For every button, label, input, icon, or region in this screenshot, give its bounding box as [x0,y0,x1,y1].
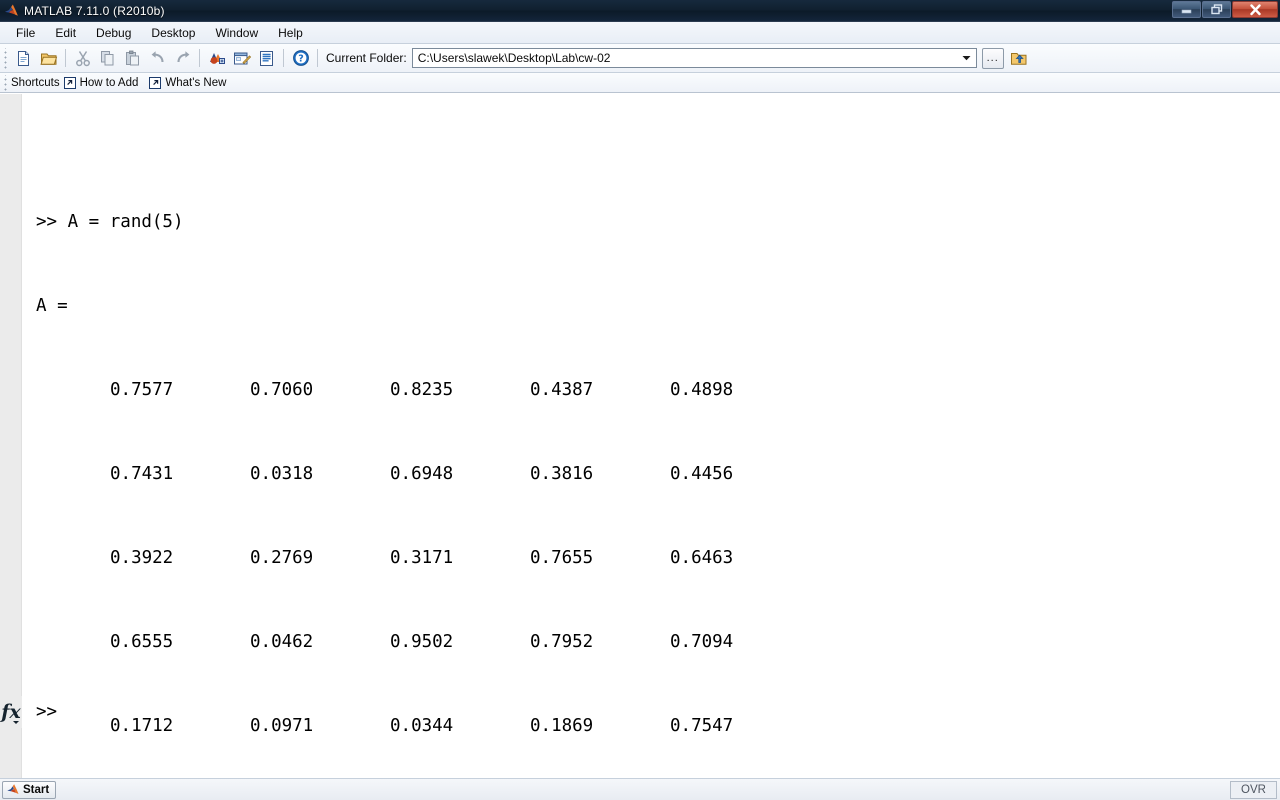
copy-button[interactable] [95,46,120,70]
command-window[interactable]: >> A = rand(5) A = 0.7577 0.7060 0.8235 0.4… [0,94,1280,778]
active-prompt-row[interactable]: fx >> [0,696,1280,728]
command-line: >> A = rand(5) [36,212,184,232]
profiler-button[interactable] [254,46,279,70]
matrix-row: 0.7577 0.7060 0.8235 0.4387 0.4898 [110,380,734,400]
command-window-gutter [0,94,22,778]
result-header: A = [36,296,68,316]
toolbar-separator [317,49,318,67]
help-button[interactable]: ? [288,46,313,70]
redo-button[interactable] [170,46,195,70]
function-browser-button[interactable]: fx [0,696,22,728]
toolbar-separator [65,49,66,67]
shortcuts-label[interactable]: Shortcuts [11,77,60,89]
title-bar: MATLAB 7.11.0 (R2010b) [0,0,1280,22]
toolbar: ? Current Folder: C:\Users\slawek\Deskto… [0,44,1280,73]
minimize-icon [1181,9,1192,14]
menu-item-help[interactable]: Help [268,22,313,44]
current-folder-label: Current Folder: [326,51,407,65]
cut-button[interactable] [70,46,95,70]
window-controls [1172,1,1278,18]
simulink-icon [209,52,225,64]
guide-icon [233,52,251,64]
paste-icon [126,50,139,65]
restore-button[interactable] [1202,1,1231,18]
new-file-icon [18,50,29,66]
matlab-membrane-icon [7,784,19,795]
menu-item-file[interactable]: File [6,22,45,44]
shortcuts-grip[interactable] [2,74,9,91]
toolbar-separator [283,49,284,67]
help-icon: ? [292,50,309,66]
menu-item-desktop[interactable]: Desktop [141,22,205,44]
copy-icon [101,50,114,65]
folder-up-icon [1011,52,1027,65]
overwrite-indicator: OVR [1230,780,1277,799]
cut-icon [75,50,90,66]
toolbar-separator [199,49,200,67]
browse-folder-button[interactable]: ... [981,47,1004,69]
undo-button[interactable] [145,46,170,70]
paste-button[interactable] [120,46,145,70]
menu-item-window[interactable]: Window [205,22,268,44]
chevron-down-icon[interactable] [958,49,975,67]
new-file-button[interactable] [11,46,36,70]
toolbar-grip[interactable] [2,47,9,69]
svg-text:?: ? [298,54,304,65]
open-folder-icon [39,53,57,65]
restore-icon [1210,4,1222,15]
shortcut-arrow-icon[interactable] [63,76,76,89]
shortcut-how-to-add[interactable]: How to Add [80,77,139,89]
fx-icon: fx [1,701,21,723]
guide-button[interactable] [229,46,254,70]
start-button-label: Start [23,783,50,796]
matrix-row: 0.3922 0.2769 0.3171 0.7655 0.6463 [110,548,734,568]
status-bar: Start OVR [0,778,1280,800]
open-folder-button[interactable] [36,46,61,70]
chevron-down-icon[interactable] [13,721,19,724]
start-button[interactable]: Start [2,780,57,799]
current-folder-combobox[interactable]: C:\Users\slawek\Desktop\Lab\cw-02 [411,48,977,68]
shortcuts-bar: Shortcuts How to Add What's New [0,73,1280,93]
menu-bar: File Edit Debug Desktop Window Help [0,22,1280,44]
undo-icon [151,51,164,63]
minimize-button[interactable] [1172,1,1201,18]
simulink-button[interactable] [204,46,229,70]
shortcut-arrow-icon[interactable] [149,76,162,89]
redo-icon [176,51,189,63]
menu-item-edit[interactable]: Edit [45,22,86,44]
matrix-row: 0.6555 0.0462 0.9502 0.7952 0.7094 [110,632,734,652]
window-title: MATLAB 7.11.0 (R2010b) [24,3,165,18]
shortcut-whats-new[interactable]: What's New [165,77,226,89]
menu-item-debug[interactable]: Debug [86,22,141,44]
current-folder-input[interactable]: C:\Users\slawek\Desktop\Lab\cw-02 [413,51,958,65]
matlab-membrane-icon [4,4,18,16]
command-window-output[interactable]: >> A = rand(5) A = 0.7577 0.7060 0.8235 0.4… [22,94,1280,778]
command-prompt[interactable]: >> [22,702,57,722]
close-button[interactable] [1232,1,1278,18]
folder-up-button[interactable] [1007,46,1032,70]
matrix-row: 0.7431 0.0318 0.6948 0.3816 0.4456 [110,464,734,484]
close-icon [1249,3,1261,15]
profiler-icon [260,50,273,66]
